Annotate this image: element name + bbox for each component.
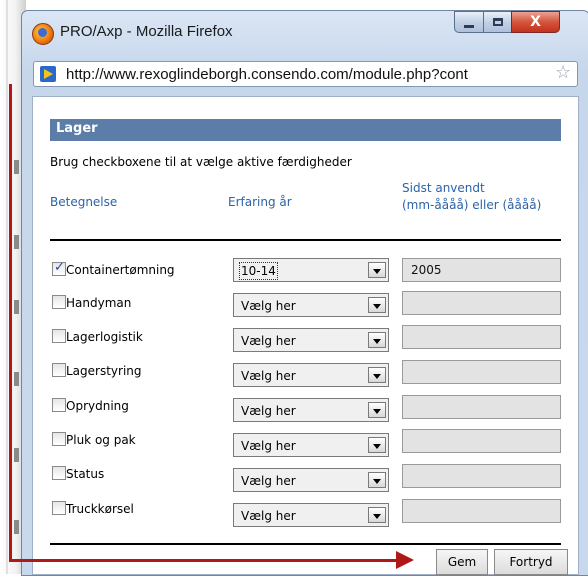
url-text[interactable]: http://www.rexoglindeborgh.consendo.com/… [66,66,549,83]
experience-select-value: Vælg her [241,439,296,453]
bookmark-star-icon[interactable]: ☆ [555,63,571,83]
skill-label: Status [66,467,105,481]
skill-label: Lagerstyring [66,364,142,378]
chevron-down-icon[interactable] [368,332,386,348]
last-used-field[interactable] [402,429,561,453]
firefox-popup-window: PRO/Axp - Mozilla Firefox X http://www.r… [21,10,588,576]
window-title: PRO/Axp - Mozilla Firefox [60,23,233,40]
chevron-down-icon[interactable] [368,507,386,523]
minimize-icon [464,24,474,28]
last-used-field[interactable] [402,325,561,349]
annotation-arrow-line [9,559,405,562]
experience-select[interactable]: Vælg her [233,328,389,352]
firefox-icon[interactable] [32,23,54,45]
last-used-field[interactable] [402,360,561,384]
page-content: Lager Brug checkboxene til at vælge akti… [32,96,579,575]
experience-select[interactable]: Vælg her [233,398,389,422]
skill-checkbox[interactable] [52,432,66,446]
last-used-field[interactable] [402,499,561,523]
column-header-experience: Erfaring år [228,195,292,209]
skill-label: Containertømning [66,263,175,277]
experience-select[interactable]: 10-14 [233,258,389,282]
background-mark [14,372,19,386]
last-used-field[interactable] [402,395,561,419]
chevron-down-icon[interactable] [368,367,386,383]
background-mark [14,300,19,314]
experience-select-value: Vælg her [241,369,296,383]
experience-select-value: Vælg her [241,334,296,348]
skill-label: Handyman [66,296,132,310]
site-favicon-icon [40,66,56,82]
skill-checkbox[interactable] [52,501,66,515]
skill-label: Lagerlogistik [66,330,143,344]
last-used-field[interactable] [402,464,561,488]
experience-select[interactable]: Vælg her [233,433,389,457]
close-icon: X [530,14,541,30]
background-mark [14,235,19,249]
skill-label: Pluk og pak [66,433,136,447]
experience-select-value: Vælg her [241,509,296,523]
skill-label: Oprydning [66,399,129,413]
experience-select-value: 10-14 [239,262,278,280]
maximize-button[interactable] [483,11,512,33]
skill-label: Truckkørsel [66,502,134,516]
footer-divider [50,543,561,545]
panel-header: Lager [50,119,561,141]
chevron-down-icon[interactable] [368,262,386,278]
background-mark [14,160,19,174]
skill-checkbox[interactable] [52,295,66,309]
chevron-down-icon[interactable] [368,402,386,418]
last-used-field[interactable] [402,291,561,315]
experience-select-value: Vælg her [241,474,296,488]
save-button[interactable]: Gem [436,549,488,575]
experience-select-value: Vælg her [241,299,296,313]
panel-title: Lager [56,121,98,136]
background-mark [14,520,19,534]
title-bar[interactable]: PRO/Axp - Mozilla Firefox X [22,11,588,55]
chevron-down-icon[interactable] [368,437,386,453]
experience-select[interactable]: Vælg her [233,468,389,492]
last-used-value: 2005 [411,263,442,277]
skill-checkbox[interactable] [52,329,66,343]
chevron-down-icon[interactable] [368,297,386,313]
skill-checkbox[interactable] [52,466,66,480]
experience-select[interactable]: Vælg her [233,293,389,317]
annotation-arrow-line [9,84,12,562]
header-divider [50,239,561,241]
close-button[interactable]: X [511,11,560,33]
experience-select[interactable]: Vælg her [233,363,389,387]
column-header-last-used-format: (mm-åååå) eller (åååå) [402,198,542,212]
instruction-text: Brug checkboxene til at vælge aktive fær… [50,155,352,169]
address-bar[interactable]: http://www.rexoglindeborgh.consendo.com/… [33,61,578,87]
minimize-button[interactable] [454,11,484,33]
background-edge [6,0,8,574]
cancel-button[interactable]: Fortryd [494,549,568,575]
skill-checkbox[interactable] [52,363,66,377]
skill-checkbox[interactable] [52,260,66,276]
annotation-arrow-head-icon [396,551,414,569]
background-mark [14,448,19,462]
column-header-name: Betegnelse [50,195,118,209]
skill-checkbox[interactable] [52,398,66,412]
chevron-down-icon[interactable] [368,472,386,488]
experience-select-value: Vælg her [241,404,296,418]
maximize-icon [492,18,503,26]
column-header-last-used: Sidst anvendt [402,181,485,195]
last-used-field[interactable]: 2005 [402,258,561,282]
experience-select[interactable]: Vælg her [233,503,389,527]
